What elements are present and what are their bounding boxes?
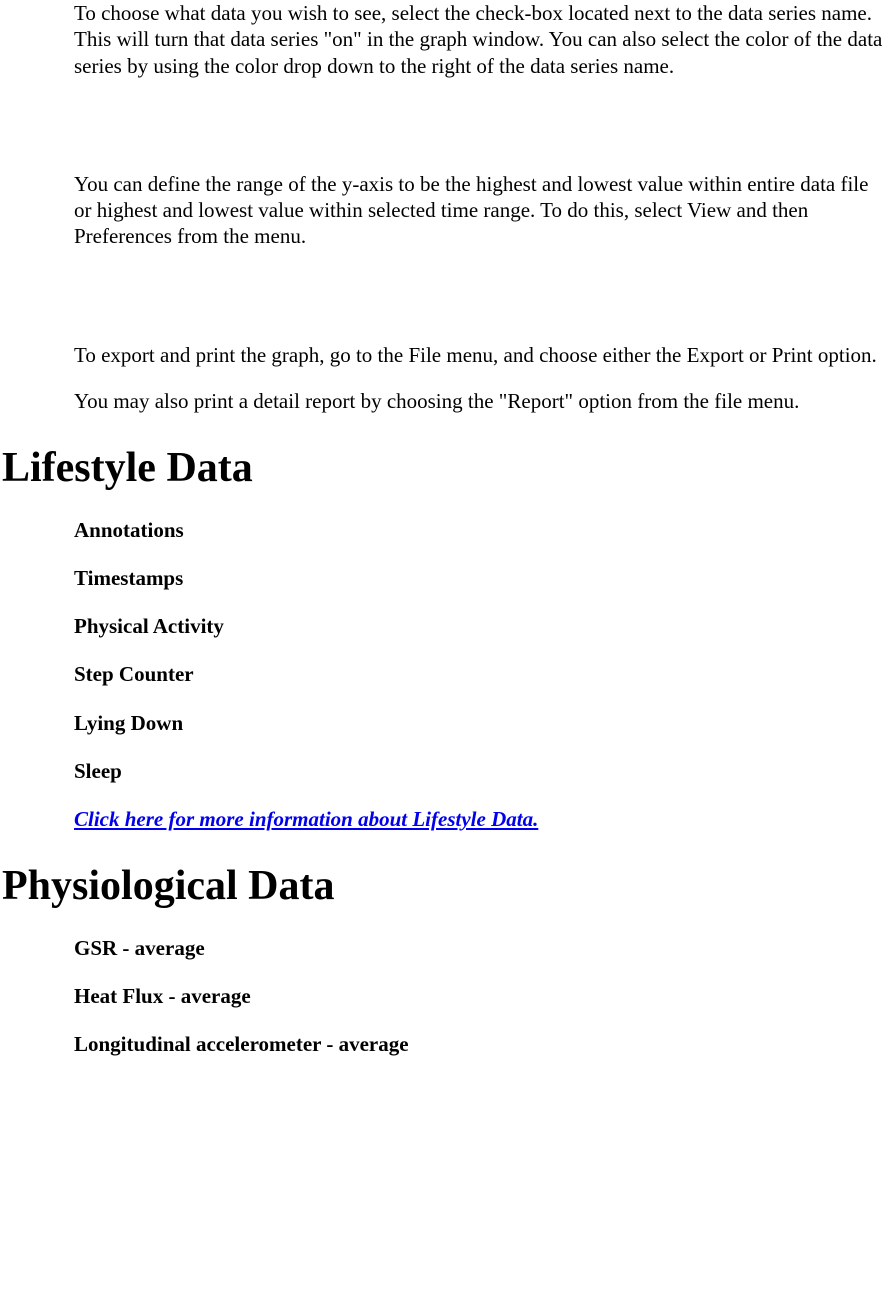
lifestyle-item: Lying Down (74, 710, 890, 736)
lifestyle-item: Timestamps (74, 565, 890, 591)
physio-item: GSR - average (74, 935, 890, 961)
intro-paragraph-2: You can define the range of the y-axis t… (74, 171, 890, 250)
intro-paragraph-3: To export and print the graph, go to the… (74, 342, 890, 368)
physio-item: Longitudinal accelerometer - average (74, 1031, 890, 1057)
lifestyle-item: Annotations (74, 517, 890, 543)
lifestyle-more-info-link[interactable]: Click here for more information about Li… (74, 807, 538, 831)
lifestyle-item: Sleep (74, 758, 890, 784)
intro-paragraph-4: You may also print a detail report by ch… (74, 388, 890, 414)
intro-paragraph-1: To choose what data you wish to see, sel… (74, 0, 890, 79)
physio-heading: Physiological Data (2, 860, 896, 913)
physio-item: Heat Flux - average (74, 983, 890, 1009)
lifestyle-item: Step Counter (74, 661, 890, 687)
lifestyle-heading: Lifestyle Data (2, 442, 896, 495)
lifestyle-item: Physical Activity (74, 613, 890, 639)
